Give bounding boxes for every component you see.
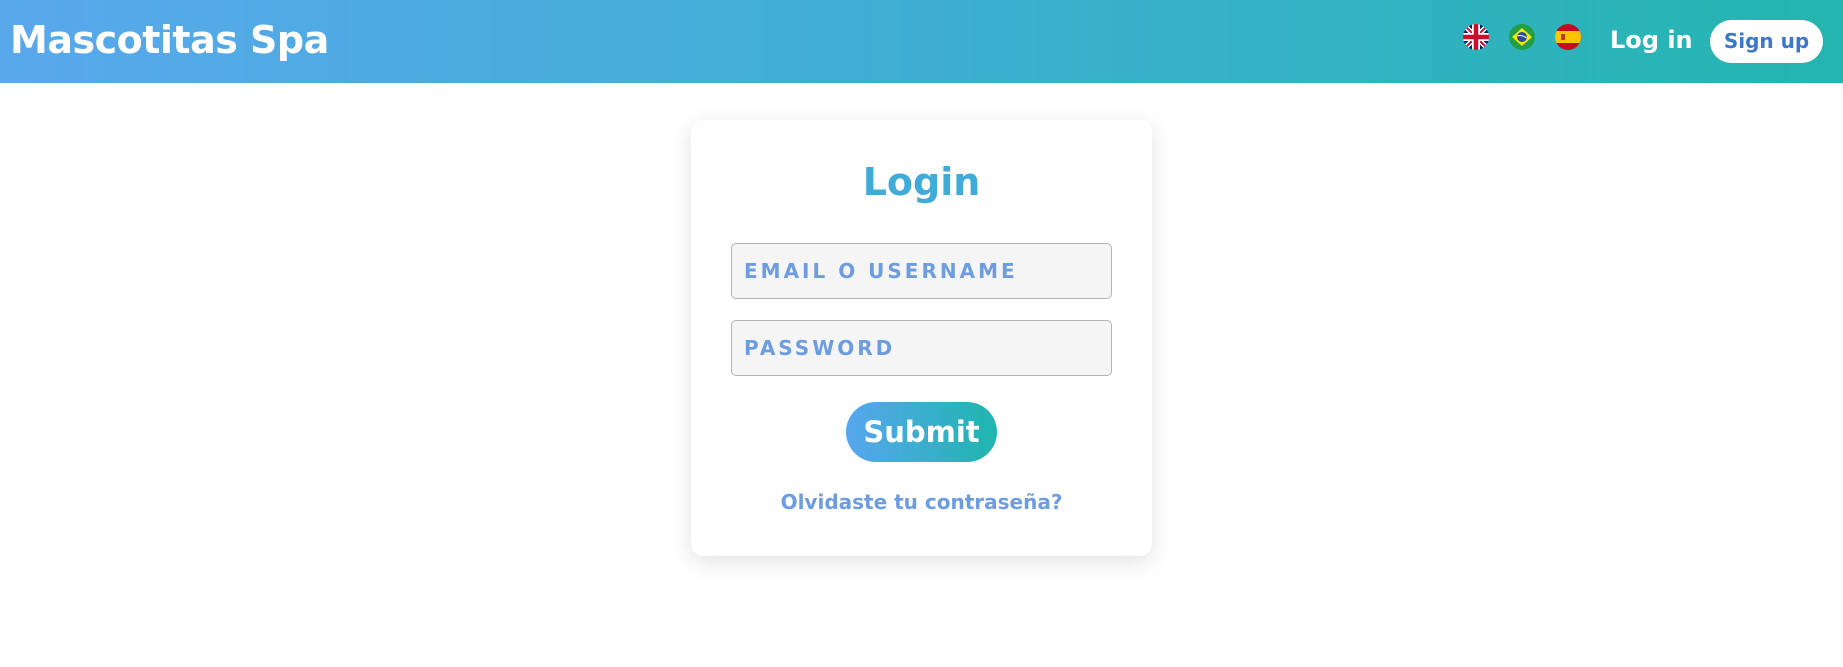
password-input[interactable] [731,320,1112,376]
navbar: Mascotitas Spa Log in Sign up [0,0,1843,83]
forgot-password-link[interactable]: Olvidaste tu contraseña? [691,488,1152,516]
flag-uk-icon[interactable] [1463,24,1489,50]
login-title: Login [862,160,981,204]
login-card: Login Submit Olvidaste tu contraseña? [691,120,1152,556]
flag-brazil-icon[interactable] [1509,24,1535,50]
flag-spain-icon[interactable] [1555,24,1581,50]
brand-title[interactable]: Mascotitas Spa [10,16,329,64]
email-username-input[interactable] [731,243,1112,299]
submit-button[interactable]: Submit [846,402,997,462]
nav-login-link[interactable]: Log in [1610,22,1693,58]
signup-button[interactable]: Sign up [1710,20,1823,63]
